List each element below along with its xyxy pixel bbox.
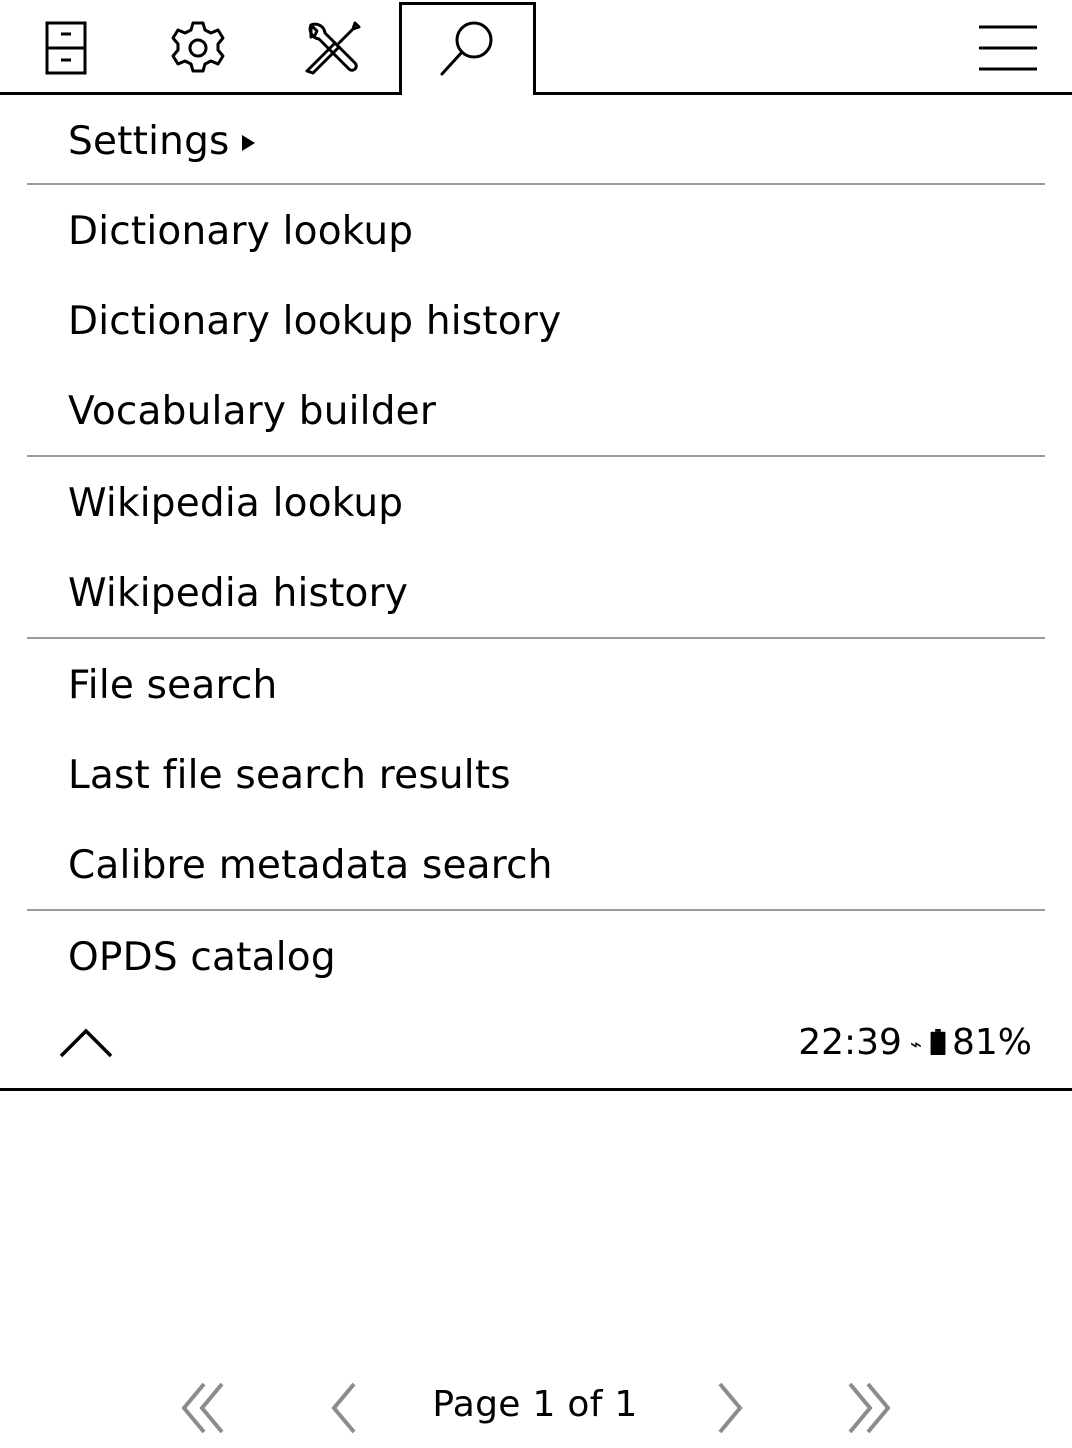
menu-bottom-border xyxy=(0,1088,1072,1091)
menu-item-dictionary-lookup[interactable]: Dictionary lookup xyxy=(68,186,1044,276)
menu-item-label: Settings xyxy=(68,118,230,164)
status-indicator: 22:39 ⌁ 81% xyxy=(798,1020,1032,1064)
menu-item-opds-catalog[interactable]: OPDS catalog xyxy=(68,912,1044,1002)
tab-main-menu[interactable] xyxy=(960,4,1056,92)
tab-tools[interactable] xyxy=(286,4,378,92)
gear-icon xyxy=(171,21,225,73)
menu-separator xyxy=(27,183,1045,185)
menu-item-settings[interactable]: Settings xyxy=(68,96,1044,186)
search-icon xyxy=(440,21,493,76)
menu-item-label: Wikipedia lookup xyxy=(68,480,404,526)
submenu-arrow-icon xyxy=(241,135,255,151)
page-indicator: Page 1 of 1 xyxy=(432,1384,638,1425)
active-tab-border-left xyxy=(399,2,402,95)
pagination-bar: Page 1 of 1 xyxy=(0,1370,1072,1448)
chevron-left-icon xyxy=(331,1382,356,1434)
menu-item-label: Dictionary lookup history xyxy=(68,298,562,344)
active-tab-border-right xyxy=(533,2,536,95)
menu-separator xyxy=(27,637,1045,639)
tools-icon xyxy=(305,21,361,75)
menu-item-label: File search xyxy=(68,662,278,708)
menu-item-last-file-search-results[interactable]: Last file search results xyxy=(68,730,1044,820)
chevron-up-icon xyxy=(59,1028,113,1058)
tab-settings[interactable] xyxy=(152,4,244,92)
battery-level: 81% xyxy=(951,1021,1032,1063)
tab-bar-underline-left xyxy=(0,92,402,95)
file-cabinet-icon xyxy=(45,21,87,75)
menu-item-wikipedia-history[interactable]: Wikipedia history xyxy=(68,548,1044,638)
menu-item-label: Dictionary lookup xyxy=(68,208,414,254)
double-chevron-left-icon xyxy=(181,1382,224,1434)
menu-item-label: Vocabulary builder xyxy=(68,388,437,434)
menu-item-label: Wikipedia history xyxy=(68,570,409,616)
charging-icon: ⌁ xyxy=(909,1032,922,1056)
menu-separator xyxy=(27,455,1045,457)
menu-item-dictionary-lookup-history[interactable]: Dictionary lookup history xyxy=(68,276,1044,366)
menu-item-calibre-metadata-search[interactable]: Calibre metadata search xyxy=(68,820,1044,910)
tab-bar-underline-right xyxy=(533,92,1072,95)
battery-icon xyxy=(930,1029,946,1055)
tab-file-browser[interactable] xyxy=(20,4,112,92)
collapse-menu-button[interactable] xyxy=(56,1018,116,1066)
menu-separator xyxy=(27,909,1045,911)
menu-item-label: Calibre metadata search xyxy=(68,842,553,888)
first-page-button[interactable] xyxy=(172,1380,236,1436)
hamburger-menu-icon xyxy=(979,25,1037,71)
menu-item-file-search[interactable]: File search xyxy=(68,640,1044,730)
menu-item-label: OPDS catalog xyxy=(68,934,336,980)
previous-page-button[interactable] xyxy=(316,1380,368,1436)
tab-search[interactable] xyxy=(404,4,532,92)
top-tab-bar xyxy=(0,0,1072,96)
menu-item-vocabulary-builder[interactable]: Vocabulary builder xyxy=(68,366,1044,456)
chevron-right-icon xyxy=(718,1382,743,1434)
clock-time: 22:39 xyxy=(798,1021,902,1063)
menu-item-wikipedia-lookup[interactable]: Wikipedia lookup xyxy=(68,458,1044,548)
last-page-button[interactable] xyxy=(836,1380,900,1436)
next-page-button[interactable] xyxy=(706,1380,758,1436)
menu-item-label: Last file search results xyxy=(68,752,511,798)
double-chevron-right-icon xyxy=(848,1382,891,1434)
